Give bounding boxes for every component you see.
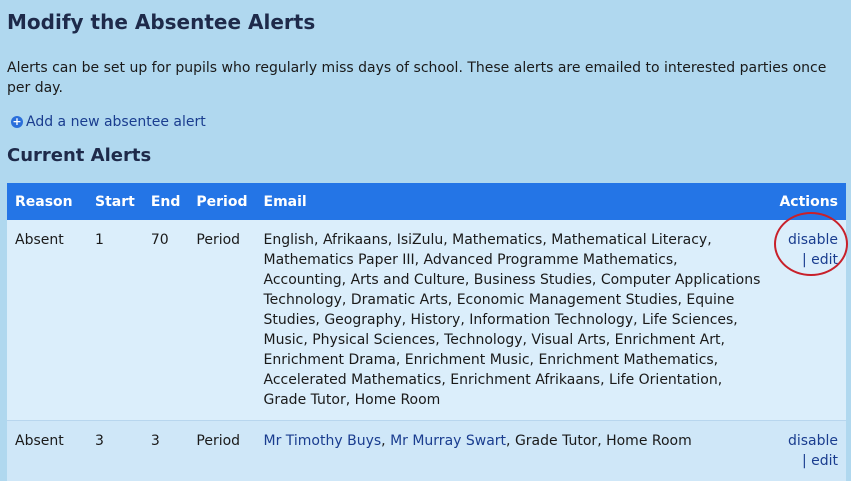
- edit-link[interactable]: edit: [811, 453, 838, 469]
- cell-actions: disable | edit: [770, 220, 846, 421]
- plus-circle-icon: +: [11, 116, 23, 128]
- header-period: Period: [188, 183, 255, 220]
- section-title: Current Alerts: [7, 144, 844, 168]
- add-alert-link[interactable]: + Add a new absentee alert: [7, 112, 844, 132]
- action-separator: |: [802, 252, 807, 268]
- cell-actions: disable | edit: [770, 421, 846, 481]
- email-link-timothy-buys[interactable]: Mr Timothy Buys: [264, 433, 382, 449]
- page-description: Alerts can be set up for pupils who regu…: [7, 58, 837, 98]
- cell-period: Period: [188, 220, 255, 421]
- table-row: Absent 1 70 Period English, Afrikaans, I…: [7, 220, 846, 421]
- disable-link[interactable]: disable: [788, 433, 838, 449]
- email-link-murray-swart[interactable]: Mr Murray Swart: [390, 433, 506, 449]
- header-end: End: [143, 183, 189, 220]
- header-reason: Reason: [7, 183, 87, 220]
- cell-reason: Absent: [7, 421, 87, 481]
- header-actions: Actions: [770, 183, 846, 220]
- action-separator: |: [802, 453, 807, 469]
- header-email: Email: [256, 183, 771, 220]
- page-container: Modify the Absentee Alerts Alerts can be…: [0, 0, 851, 481]
- cell-start: 1: [87, 220, 143, 421]
- highlight-circle: disable | edit: [788, 230, 838, 270]
- cell-reason: Absent: [7, 220, 87, 421]
- table-row: Absent 3 3 Period Mr Timothy Buys, Mr Mu…: [7, 421, 846, 481]
- table-header-row: Reason Start End Period Email Actions: [7, 183, 846, 220]
- cell-email: English, Afrikaans, IsiZulu, Mathematics…: [256, 220, 771, 421]
- disable-link[interactable]: disable: [788, 232, 838, 248]
- add-alert-label: Add a new absentee alert: [26, 112, 206, 132]
- edit-link[interactable]: edit: [811, 252, 838, 268]
- cell-start: 3: [87, 421, 143, 481]
- cell-end: 70: [143, 220, 189, 421]
- alerts-table: Reason Start End Period Email Actions Ab…: [7, 183, 846, 481]
- email-separator: ,: [381, 433, 385, 449]
- header-start: Start: [87, 183, 143, 220]
- cell-email: Mr Timothy Buys, Mr Murray Swart, Grade …: [256, 421, 771, 481]
- cell-period: Period: [188, 421, 255, 481]
- email-rest: , Grade Tutor, Home Room: [506, 433, 692, 449]
- page-title: Modify the Absentee Alerts: [7, 8, 844, 38]
- cell-end: 3: [143, 421, 189, 481]
